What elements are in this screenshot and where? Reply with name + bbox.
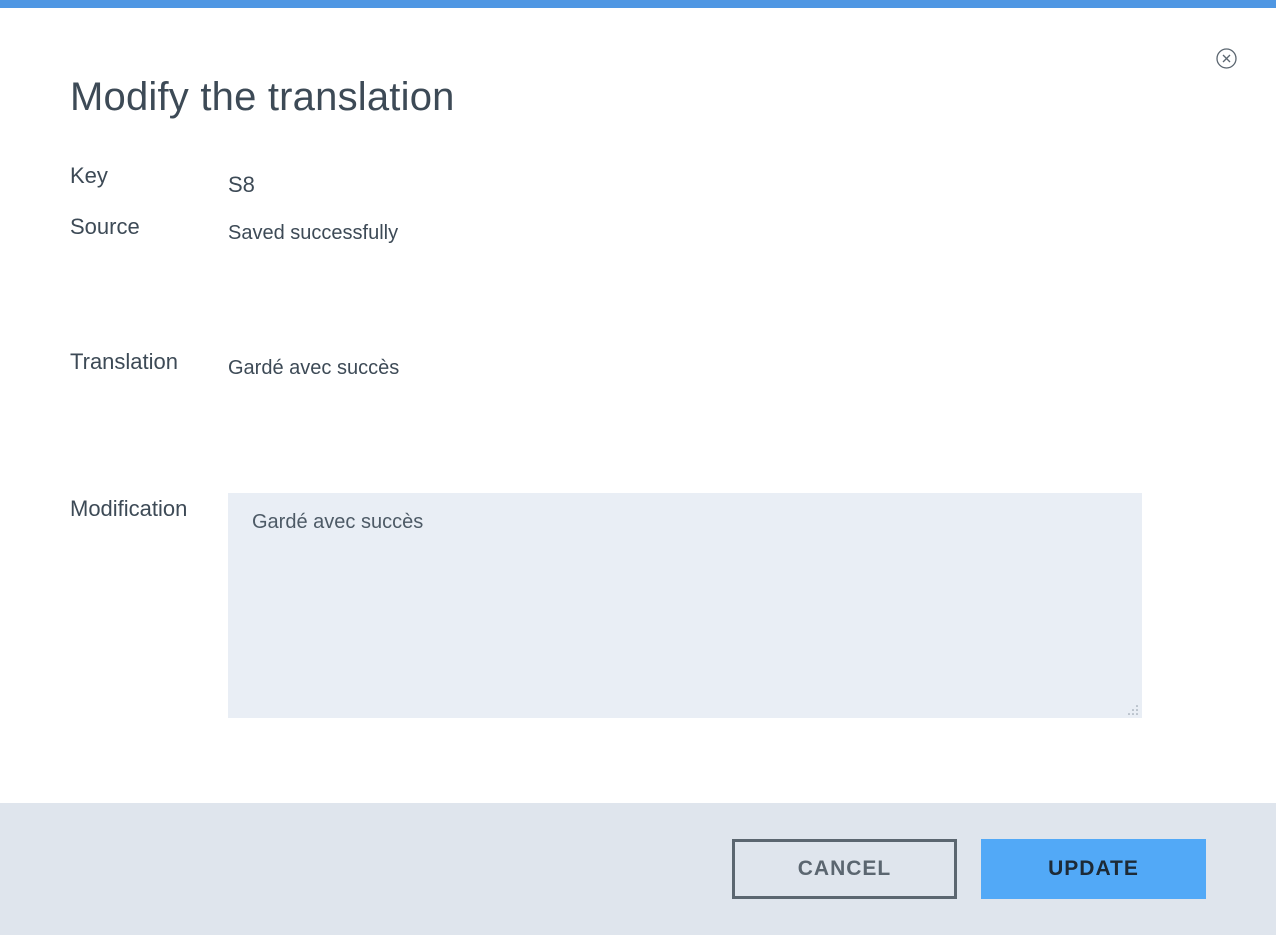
modification-textarea[interactable] bbox=[228, 493, 1142, 718]
close-circle-icon bbox=[1216, 48, 1237, 69]
close-button[interactable] bbox=[1216, 48, 1237, 69]
dialog-title: Modify the translation bbox=[70, 75, 455, 119]
key-value: S8 bbox=[228, 172, 255, 197]
translation-label: Translation bbox=[70, 349, 179, 374]
modification-field-container bbox=[228, 493, 1142, 718]
translation-value: Gardé avec succès bbox=[228, 357, 400, 379]
cancel-button[interactable]: CANCEL bbox=[732, 839, 957, 899]
source-value: Saved successfully bbox=[228, 222, 399, 244]
key-label: Key bbox=[70, 163, 108, 188]
top-accent-bar bbox=[0, 0, 1276, 8]
update-button[interactable]: UPDATE bbox=[981, 839, 1206, 899]
resize-grip-icon[interactable] bbox=[1128, 705, 1138, 715]
modification-label: Modification bbox=[70, 496, 188, 521]
source-label: Source bbox=[70, 214, 140, 239]
